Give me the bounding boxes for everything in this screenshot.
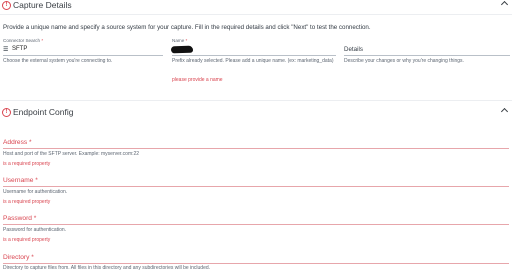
username-input[interactable] [3,175,509,186]
name-input[interactable] [172,44,336,55]
connector-value: SFTP [12,46,28,52]
intro-text: Provide a unique name and specify a sour… [3,24,371,31]
password-help: Password for authentication. [3,227,67,233]
section-divider [0,100,512,101]
directory-underline [3,263,509,264]
details-input[interactable]: Details [344,45,510,55]
endpoint-config-header[interactable]: ! Endpoint Config [0,107,512,121]
details-label: Details [344,46,363,53]
details-help: Describe your changes or why you're chan… [344,58,464,64]
address-underline [3,148,509,149]
chevron-up-icon[interactable] [500,107,509,116]
connector-search-input[interactable]: ☰ SFTP [3,45,163,55]
capture-details-header[interactable]: ! Capture Details [0,0,512,14]
address-error: is a required property [3,161,51,167]
directory-input[interactable] [3,252,509,263]
name-help: Prefix already selected. Please add a un… [172,58,334,64]
address-input[interactable] [3,137,509,148]
section-title: Capture Details [13,0,72,10]
name-label: Name * [172,38,187,43]
name-error: please provide a name [172,77,223,83]
username-help: Username for authentication. [3,189,68,195]
directory-help: Directory to capture files from. All fil… [3,265,211,271]
password-underline [3,224,509,225]
info-error-icon: ! [2,1,11,10]
header-divider [0,14,512,15]
connector-search-label: Connector Search * [3,38,43,43]
required-mark: * [185,38,188,43]
chevron-up-icon[interactable] [500,0,509,9]
connector-help: Choose the external system you're connec… [3,58,113,64]
address-help: Host and port of the SFTP server. Exampl… [3,151,140,157]
password-input[interactable] [3,213,509,224]
sftp-icon: ☰ [3,47,9,53]
name-label-text: Name [172,38,185,43]
password-error: is a required property [3,237,51,243]
details-underline [344,55,510,56]
username-underline [3,186,509,187]
required-mark: * [41,38,44,43]
info-error-icon: ! [2,108,11,117]
username-error: is a required property [3,199,51,205]
connector-label-text: Connector Search [3,38,41,43]
name-underline [172,55,336,56]
section-title: Endpoint Config [13,107,74,117]
connector-underline [3,55,163,56]
